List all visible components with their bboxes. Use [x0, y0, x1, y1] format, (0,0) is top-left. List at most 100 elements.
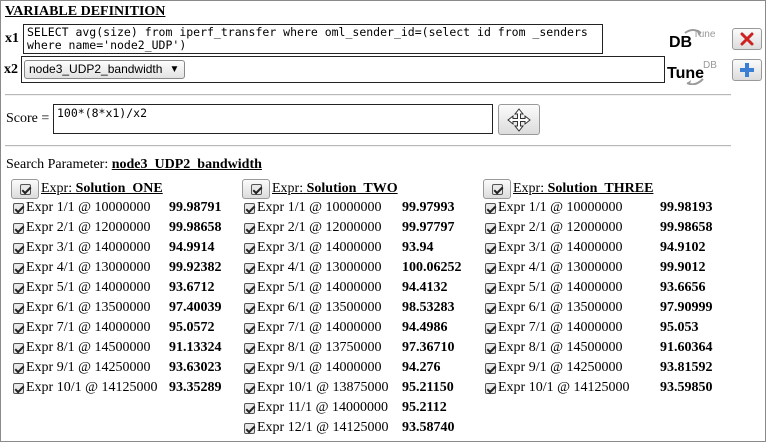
- expr-value: 94.4132: [402, 280, 448, 295]
- expr-label: Expr 7/1 @ 14000000: [498, 320, 623, 335]
- expr-value: 98.53283: [402, 300, 455, 315]
- solution-title[interactable]: Expr: Solution_ONE: [41, 181, 163, 196]
- expr-value: 99.92382: [169, 260, 222, 275]
- section-title: VARIABLE DEFINITION: [5, 4, 166, 19]
- expr-value: 95.0572: [169, 320, 215, 335]
- expr-checkbox[interactable]: [485, 363, 496, 374]
- expr-checkbox[interactable]: [244, 283, 255, 294]
- solution-title[interactable]: Expr: Solution_TWO: [272, 181, 398, 196]
- expr-label: Expr 5/1 @ 14000000: [498, 280, 623, 295]
- expr-value: 93.59850: [660, 380, 713, 395]
- expr-checkbox[interactable]: [244, 203, 255, 214]
- expr-label: Expr 8/1 @ 14500000: [498, 340, 623, 355]
- expr-label: Expr 12/1 @ 14125000: [257, 420, 389, 435]
- expr-checkbox[interactable]: [244, 383, 255, 394]
- expr-value: 93.94: [402, 240, 434, 255]
- expr-value: 99.97993: [402, 200, 455, 215]
- expr-checkbox[interactable]: [485, 203, 496, 214]
- expr-label: Expr 5/1 @ 14000000: [26, 280, 151, 295]
- expr-label: Expr:: [41, 181, 73, 196]
- expr-value: 99.97797: [402, 220, 455, 235]
- expr-label: Expr 8/1 @ 14500000: [26, 340, 151, 355]
- add-variable-button[interactable]: [732, 59, 762, 81]
- expr-label: Expr 6/1 @ 13500000: [498, 300, 623, 315]
- expr-checkbox[interactable]: [485, 343, 496, 354]
- expr-label: Expr 4/1 @ 13000000: [26, 260, 151, 275]
- expr-checkbox[interactable]: [13, 203, 24, 214]
- expr-checkbox[interactable]: [13, 363, 24, 374]
- tune-db-icon[interactable]: Tune DB: [667, 57, 719, 85]
- expr-checkbox[interactable]: [244, 343, 255, 354]
- expr-checkbox[interactable]: [13, 243, 24, 254]
- expr-label: Expr 5/1 @ 14000000: [257, 280, 382, 295]
- expr-checkbox[interactable]: [485, 283, 496, 294]
- db-tune-icon[interactable]: DB Tune: [667, 27, 717, 53]
- expr-checkbox[interactable]: [485, 383, 496, 394]
- expr-checkbox[interactable]: [244, 263, 255, 274]
- expr-checkbox[interactable]: [485, 243, 496, 254]
- solution-toggle-button[interactable]: [242, 179, 270, 199]
- checkbox-checked-icon: [492, 184, 503, 195]
- x1-label: x1: [5, 31, 19, 46]
- expr-checkbox[interactable]: [485, 303, 496, 314]
- expr-checkbox[interactable]: [244, 423, 255, 434]
- expr-value: 97.36710: [402, 340, 455, 355]
- x1-query-input[interactable]: SELECT avg(size) from iperf_transfer whe…: [23, 24, 603, 54]
- close-icon: [740, 32, 754, 46]
- solution-title[interactable]: Expr: Solution_THREE: [513, 181, 653, 196]
- expr-checkbox[interactable]: [244, 403, 255, 414]
- score-expression-input[interactable]: 100*(8*x1)/x2: [53, 104, 493, 134]
- expr-value: 99.9012: [660, 260, 706, 275]
- expr-value: 93.58740: [402, 420, 455, 435]
- expr-checkbox[interactable]: [13, 343, 24, 354]
- expr-checkbox[interactable]: [485, 223, 496, 234]
- expr-checkbox[interactable]: [244, 323, 255, 334]
- solution-header: Expr: Solution_TWO: [242, 179, 398, 199]
- solution-name: Solution_THREE: [547, 181, 654, 196]
- expr-label: Expr 10/1 @ 14125000: [26, 380, 158, 395]
- x2-label: x2: [4, 62, 18, 77]
- expr-checkbox[interactable]: [13, 263, 24, 274]
- expr-value: 91.13324: [169, 340, 222, 355]
- expr-checkbox[interactable]: [244, 223, 255, 234]
- checkbox-checked-icon: [20, 184, 31, 195]
- expr-label: Expr 9/1 @ 14250000: [498, 360, 623, 375]
- expr-checkbox[interactable]: [13, 303, 24, 314]
- expr-value: 94.276: [402, 360, 441, 375]
- expr-value: 94.4986: [402, 320, 448, 335]
- expr-label: Expr 8/1 @ 13750000: [257, 340, 382, 355]
- expr-label: Expr 6/1 @ 13500000: [257, 300, 382, 315]
- expr-checkbox[interactable]: [244, 363, 255, 374]
- expr-value: 94.9102: [660, 240, 706, 255]
- move-button[interactable]: [498, 104, 540, 135]
- expr-value: 95.2112: [402, 400, 447, 415]
- expr-label: Expr 3/1 @ 14000000: [257, 240, 382, 255]
- move-arrows-icon: [507, 107, 531, 132]
- solution-toggle-button[interactable]: [483, 179, 511, 199]
- search-parameter-value[interactable]: node3_UDP2_bandwidth: [112, 157, 262, 172]
- expr-label: Expr:: [513, 181, 545, 196]
- divider: [5, 94, 731, 96]
- solution-toggle-button[interactable]: [11, 179, 39, 199]
- variable-definition-panel: VARIABLE DEFINITION x1 SELECT avg(size) …: [0, 0, 766, 442]
- expr-checkbox[interactable]: [485, 323, 496, 334]
- expr-value: 93.81592: [660, 360, 713, 375]
- expr-checkbox[interactable]: [244, 243, 255, 254]
- expr-checkbox[interactable]: [244, 303, 255, 314]
- expr-checkbox[interactable]: [13, 283, 24, 294]
- expr-label: Expr 2/1 @ 12000000: [257, 220, 382, 235]
- expr-value: 94.9914: [169, 240, 215, 255]
- expr-checkbox[interactable]: [485, 263, 496, 274]
- expr-label: Expr 2/1 @ 12000000: [498, 220, 623, 235]
- expr-checkbox[interactable]: [13, 383, 24, 394]
- expr-checkbox[interactable]: [13, 223, 24, 234]
- expr-value: 91.60364: [660, 340, 713, 355]
- x2-select-value: node3_UDP2_bandwidth: [29, 62, 163, 76]
- chevron-down-icon: ▼: [169, 64, 180, 75]
- expr-label: Expr 2/1 @ 12000000: [26, 220, 151, 235]
- expr-label: Expr 11/1 @ 14000000: [257, 400, 388, 415]
- expr-value: 99.98193: [660, 200, 713, 215]
- x2-select[interactable]: node3_UDP2_bandwidth ▼: [24, 60, 186, 79]
- delete-variable-button[interactable]: [732, 28, 762, 50]
- expr-checkbox[interactable]: [13, 323, 24, 334]
